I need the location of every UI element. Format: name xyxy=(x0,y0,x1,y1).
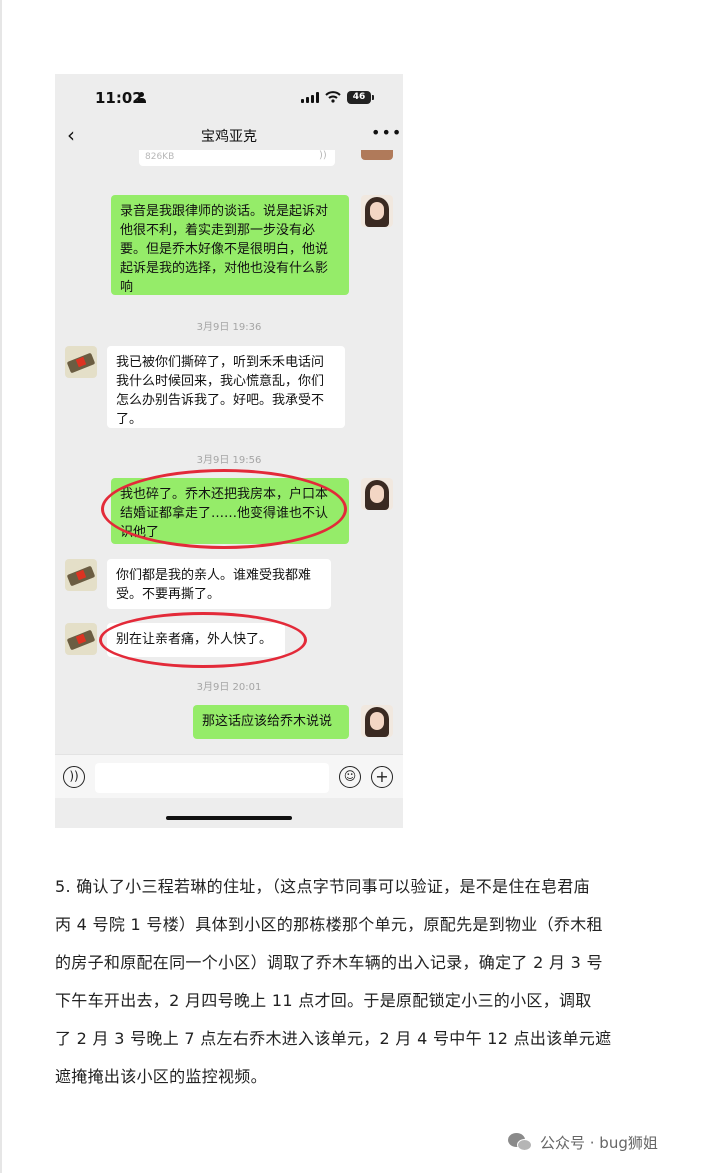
article-line: 下午车开出去，2 月四号晚上 11 点才回。于是原配锁定小三的小区，调取 xyxy=(55,991,592,1010)
emoji-icon[interactable]: ☺ xyxy=(339,766,361,788)
chat-timestamp: 3月9日 19:56 xyxy=(196,455,262,466)
status-time: 11:02 xyxy=(95,89,143,107)
avatar xyxy=(65,623,97,655)
chat-timestamp: 3月9日 19:36 xyxy=(196,322,262,333)
watermark-text: 公众号 · bug狮姐 xyxy=(540,1134,658,1152)
message-bubble-received: 我已被你们撕碎了，听到禾禾电话问我什么时候回来，我心慌意乱，你们怎么办别告诉我了… xyxy=(107,346,345,428)
article-line: 了 2 月 3 号晚上 7 点左右乔木进入该单元，2 月 4 号中午 12 点出… xyxy=(55,1029,612,1048)
article-line: 丙 4 号院 1 号楼）具体到小区的那栋楼那个单元，原配先是到物业（乔木租 xyxy=(55,915,603,934)
battery-tip xyxy=(372,95,374,100)
battery-icon: 46 xyxy=(347,91,371,104)
avatar xyxy=(361,705,393,737)
page: 11:02 46 ‹ 宝鸡亚克 ••• 826KB )) 录音是我跟律师的谈话。… xyxy=(0,0,720,1173)
message-bubble-received: 别在让亲者痛，外人快了。 xyxy=(107,623,285,657)
voice-input-icon[interactable]: )) xyxy=(63,766,85,788)
plus-icon[interactable]: + xyxy=(371,766,393,788)
chat-timestamp: 3月9日 20:01 xyxy=(196,682,262,693)
chat-input-bar: )) ☺ + xyxy=(55,754,403,798)
voice-message-size: 826KB xyxy=(145,152,175,162)
message-bubble-received: 你们都是我的亲人。谁难受我都难受。不要再撕了。 xyxy=(107,559,331,609)
avatar xyxy=(361,150,393,160)
chat-screenshot: 11:02 46 ‹ 宝鸡亚克 ••• 826KB )) 录音是我跟律师的谈话。… xyxy=(55,74,403,828)
message-bubble-sent: 我也碎了。乔木还把我房本，户口本结婚证都拿走了……他变得谁也不认识他了 xyxy=(111,478,349,544)
chat-title: 宝鸡亚克 xyxy=(201,129,257,145)
article-line: 5. 确认了小三程若琳的住址，（这点字节同事可以验证，是不是住在皂君庙 xyxy=(55,877,590,896)
chat-header: ‹ 宝鸡亚克 ••• xyxy=(55,120,403,150)
home-indicator xyxy=(166,816,292,820)
article-body: 5. 确认了小三程若琳的住址，（这点字节同事可以验证，是不是住在皂君庙 丙 4 … xyxy=(55,868,675,1096)
voice-message-bubble[interactable]: 826KB )) xyxy=(139,150,335,166)
left-divider xyxy=(0,0,2,1173)
message-bubble-sent: 那这话应该给乔木说说 xyxy=(193,705,349,739)
avatar xyxy=(361,195,393,227)
article-line: 遮掩掩出该小区的监控视频。 xyxy=(55,1067,267,1086)
wifi-icon xyxy=(325,91,341,103)
article-line: 的房子和原配在同一个小区）调取了乔木车辆的出入记录，确定了 2 月 3 号 xyxy=(55,953,603,972)
avatar xyxy=(65,559,97,591)
voice-wave-icon: )) xyxy=(319,150,327,161)
wechat-icon xyxy=(508,1131,534,1153)
message-input[interactable] xyxy=(95,763,329,793)
more-icon[interactable]: ••• xyxy=(371,123,402,142)
avatar xyxy=(65,346,97,378)
status-bar: 11:02 46 xyxy=(55,74,403,120)
avatar xyxy=(361,478,393,510)
message-bubble-sent: 录音是我跟律师的谈话。说是起诉对他很不利，着实走到那一步没有必要。但是乔木好像不… xyxy=(111,195,349,295)
person-icon xyxy=(137,92,146,103)
signal-icon xyxy=(301,92,319,103)
